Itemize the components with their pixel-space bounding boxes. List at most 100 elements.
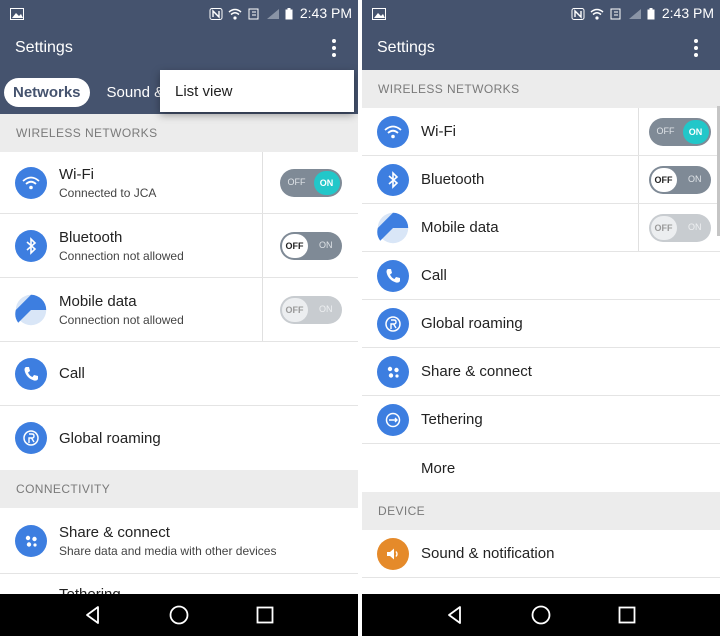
bluetooth-icon [15, 229, 47, 262]
mobile-data-toggle[interactable]: OFF ON [648, 213, 711, 242]
back-icon[interactable] [444, 604, 466, 626]
item-label: Sound & notification [421, 545, 555, 562]
toggle-knob: OFF [650, 215, 677, 240]
list-item-bluetooth[interactable]: Bluetooth Connection not allowed OFF ON [0, 214, 358, 278]
menu-item-list-view[interactable]: List view [175, 83, 233, 100]
list-item-sound-notification[interactable]: Sound & notification [362, 530, 720, 578]
toggle-on-label: ON [319, 239, 333, 250]
list-item-call[interactable]: Call [0, 342, 358, 406]
phone-icon [377, 259, 409, 292]
status-bar: 2:43 PM [362, 0, 720, 26]
page-title: Settings [377, 39, 435, 56]
mobile-data-icon [377, 211, 409, 244]
item-label: Call [59, 365, 85, 382]
toggle-on-label: ON [688, 221, 702, 232]
item-label: Share & connect [421, 363, 532, 380]
item-label: Mobile data [421, 219, 499, 236]
list-item-mobile-data[interactable]: Mobile data OFF ON [362, 204, 720, 252]
wifi-toggle[interactable]: OFF ON [648, 117, 711, 146]
toggle-on-label: ON [688, 173, 702, 184]
wifi-status-icon [228, 7, 242, 20]
list-item-call[interactable]: Call [362, 252, 720, 300]
home-icon[interactable] [168, 604, 190, 626]
item-label: Share & connect [59, 523, 170, 541]
item-label: Tethering [421, 411, 483, 428]
recents-icon[interactable] [616, 604, 638, 626]
item-label: Call [421, 267, 447, 284]
left-screen: 2:43 PM Settings Networks Sound & n List… [0, 0, 358, 636]
toggle-knob: OFF [650, 167, 677, 192]
share-icon [377, 355, 409, 388]
roaming-icon [15, 422, 47, 454]
battery-icon [285, 7, 293, 20]
nfc-icon [209, 7, 223, 20]
wifi-toggle[interactable]: OFF ON [279, 168, 342, 197]
item-label: Wi-Fi [59, 165, 94, 183]
list-item-global-roaming[interactable]: Global roaming [362, 300, 720, 348]
list-item-mobile-data[interactable]: Mobile data Connection not allowed OFF ON [0, 278, 358, 342]
mobile-data-icon [15, 293, 47, 326]
bluetooth-toggle[interactable]: OFF ON [279, 231, 342, 260]
roaming-icon [377, 307, 409, 340]
overflow-menu-icon[interactable] [686, 36, 706, 60]
list-item-wifi[interactable]: Wi-Fi OFF ON [362, 108, 720, 156]
phone-icon [15, 357, 47, 390]
overflow-menu: List view [160, 70, 354, 112]
navigation-bar [362, 594, 720, 636]
back-icon[interactable] [82, 604, 104, 626]
mobile-data-toggle[interactable]: OFF ON [279, 295, 342, 324]
item-label: Bluetooth [59, 228, 123, 246]
list-item-global-roaming[interactable]: Global roaming [0, 406, 358, 470]
section-header-device: DEVICE [362, 492, 720, 530]
wifi-icon [15, 166, 47, 199]
item-label: Wi-Fi [421, 123, 456, 140]
recents-icon[interactable] [254, 604, 276, 626]
item-sublabel: Connection not allowed [59, 248, 184, 263]
data-saver-icon [609, 7, 623, 20]
item-label: Global roaming [59, 429, 161, 447]
item-sublabel: Share data and media with other devices [59, 543, 277, 558]
tab-networks[interactable]: Networks [4, 77, 90, 107]
tethering-icon [377, 403, 409, 436]
section-header-wireless: WIRELESS NETWORKS [0, 114, 358, 152]
status-time: 2:43 PM [299, 5, 352, 21]
app-bar: Settings [0, 26, 358, 70]
sound-icon [377, 537, 409, 570]
data-saver-icon [247, 7, 261, 20]
page-title: Settings [15, 39, 73, 56]
list-item-tethering[interactable]: Tethering [362, 396, 720, 444]
list-item-share-connect[interactable]: Share & connect [362, 348, 720, 396]
item-sublabel: Connection not allowed [59, 312, 184, 327]
signal-icon [628, 7, 642, 19]
toggle-knob: ON [682, 119, 709, 144]
toggle-off-label: OFF [287, 176, 306, 187]
toggle-on-label: ON [319, 303, 333, 314]
item-sublabel: Connected to JCA [59, 185, 157, 200]
list-item-more[interactable]: More [362, 444, 720, 492]
navigation-bar [0, 594, 358, 636]
wifi-status-icon [590, 7, 604, 20]
item-label: Bluetooth [421, 171, 485, 188]
section-header-connectivity: CONNECTIVITY [0, 470, 358, 508]
toggle-knob: OFF [281, 233, 308, 258]
signal-icon [266, 7, 280, 19]
toggle-knob: ON [313, 170, 340, 195]
gallery-notification-icon [372, 7, 386, 20]
gallery-notification-icon [10, 7, 24, 20]
list-item-wifi[interactable]: Wi-Fi Connected to JCA OFF ON [0, 152, 358, 214]
list-item-bluetooth[interactable]: Bluetooth OFF ON [362, 156, 720, 204]
bluetooth-toggle[interactable]: OFF ON [648, 165, 711, 194]
status-time: 2:43 PM [661, 5, 714, 21]
overflow-menu-icon[interactable] [324, 36, 344, 60]
list-item-share-connect[interactable]: Share & connect Share data and media wit… [0, 508, 358, 574]
right-screen: 2:43 PM Settings WIRELESS NETWORKS Wi-Fi… [362, 0, 720, 636]
nfc-icon [571, 7, 585, 20]
bluetooth-icon [377, 163, 409, 196]
toggle-knob: OFF [281, 297, 308, 322]
section-header-wireless: WIRELESS NETWORKS [362, 70, 720, 108]
app-bar: Settings [362, 26, 720, 70]
item-label: More [421, 459, 456, 477]
wifi-icon [377, 115, 409, 148]
home-icon[interactable] [530, 604, 552, 626]
battery-icon [647, 7, 655, 20]
